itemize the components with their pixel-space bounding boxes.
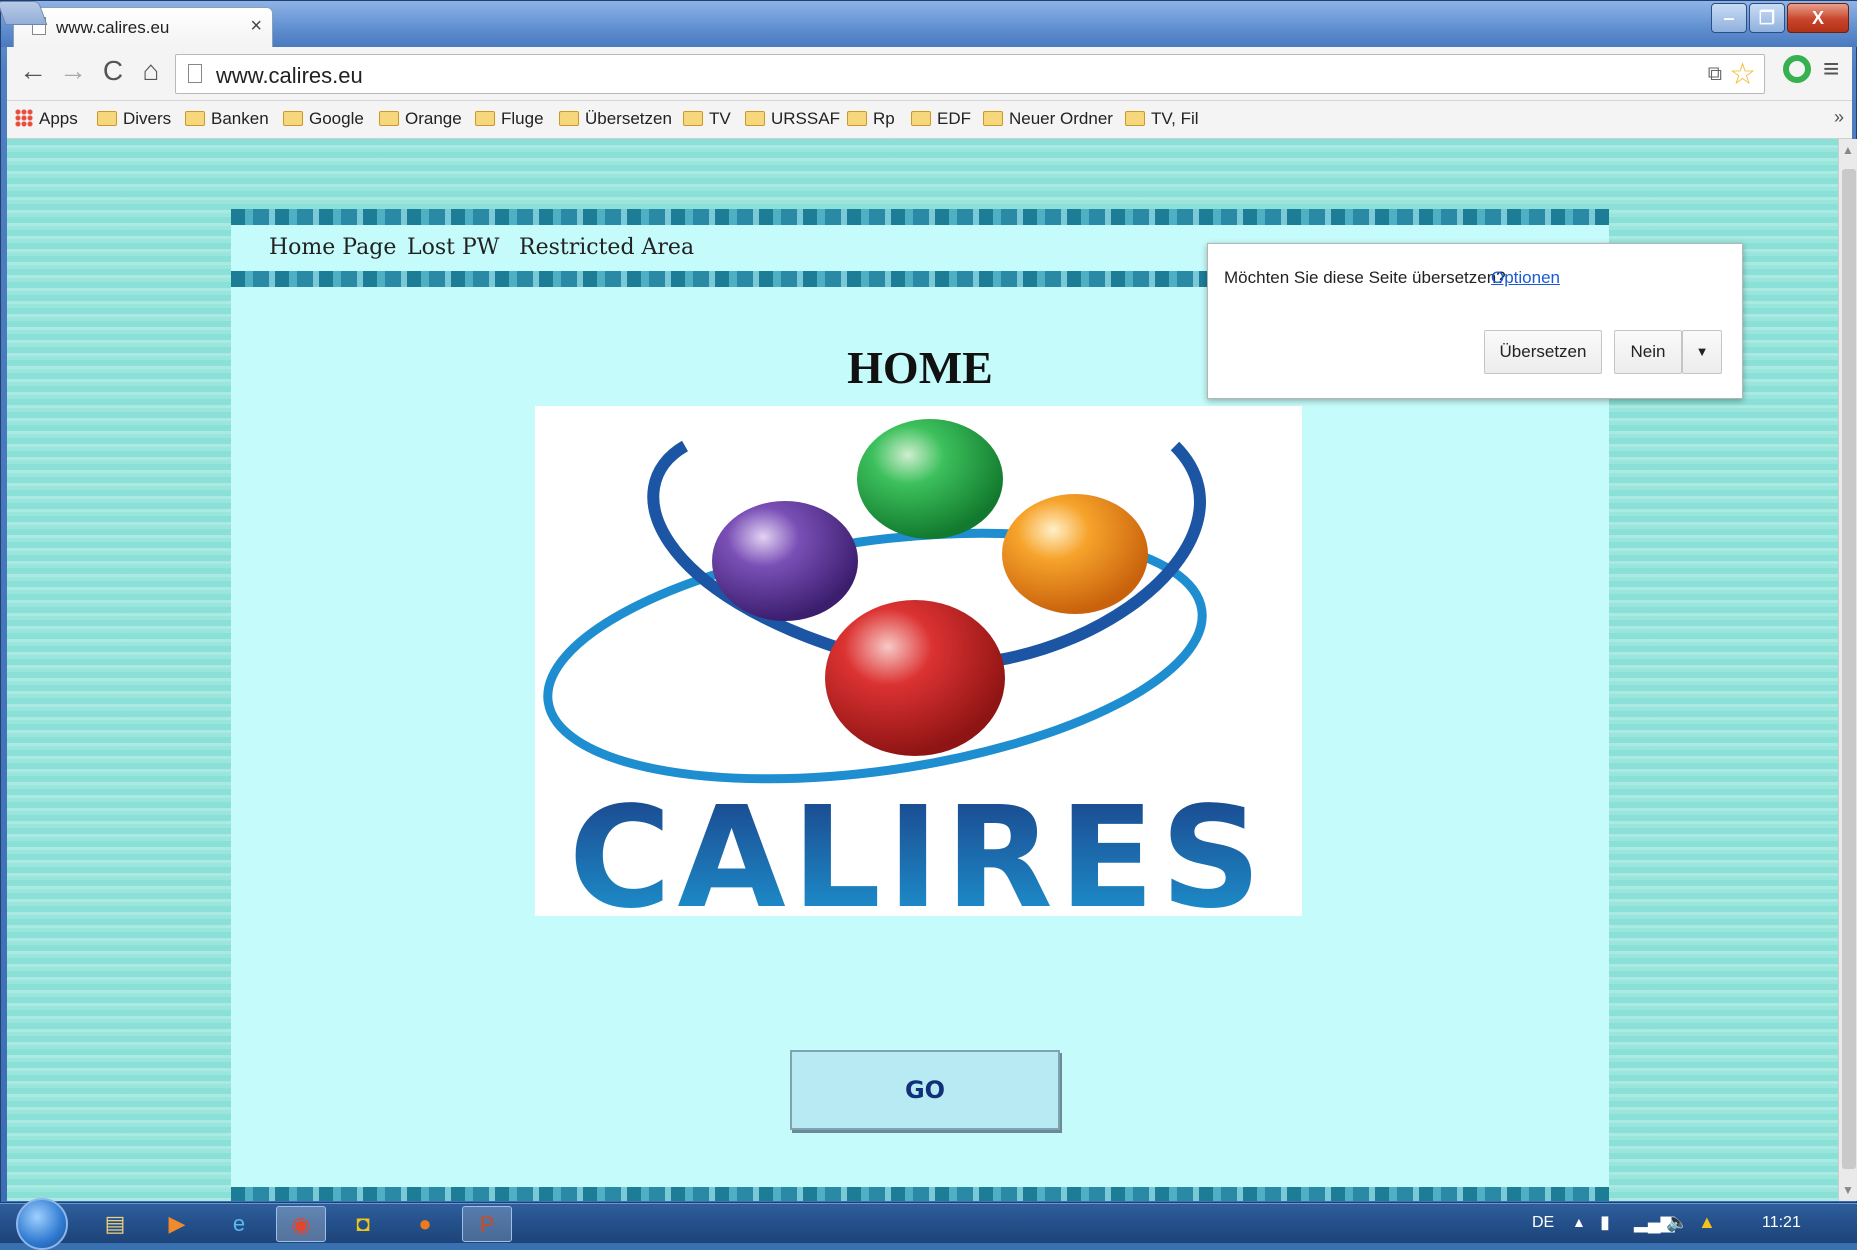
red-ball (825, 600, 1005, 756)
folder-icon (559, 111, 579, 126)
translate-icon[interactable]: ⧉ (1708, 63, 1722, 86)
bookmark-folder[interactable]: Neuer Ordner (983, 109, 1113, 133)
folder-icon (683, 111, 703, 126)
media-player-taskbar-icon[interactable]: ▶ (152, 1206, 202, 1242)
folder-icon (475, 111, 495, 126)
home-icon[interactable]: ⌂ (135, 55, 167, 87)
extension-icon[interactable] (1783, 55, 1811, 83)
drive-icon[interactable]: ▲ (1698, 1212, 1716, 1233)
tab-close-icon[interactable]: × (250, 15, 262, 38)
taskbar: ▤ ▶ e ◉ ◘ ● P DE ▲ ▮ ▂▄▆ 🔈 ▲ 11:21 (0, 1198, 1857, 1250)
purple-ball (712, 501, 858, 621)
folder-icon (97, 111, 117, 126)
tab-calires[interactable]: www.calires.eu × (13, 7, 273, 47)
clock[interactable]: 11:21 (1762, 1214, 1801, 1232)
menu-icon[interactable]: ≡ (1823, 53, 1839, 85)
logo-graphic: CALIRES (543, 419, 1268, 940)
page-viewport: Home Page Lost PW Restricted Area HOME C… (7, 139, 1838, 1201)
folder-icon (847, 111, 867, 126)
bookmarks-more-icon[interactable]: » (1834, 107, 1844, 128)
nav-lost-pw-link[interactable]: Lost PW (407, 235, 499, 260)
internet-explorer-taskbar-icon[interactable]: e (214, 1206, 264, 1242)
decorative-stripe (231, 209, 1609, 225)
language-indicator[interactable]: DE (1532, 1214, 1554, 1232)
new-tab-button[interactable] (0, 1, 48, 25)
no-translate-button[interactable]: Nein (1614, 330, 1682, 374)
scroll-up-icon[interactable]: ▲ (1842, 143, 1854, 157)
bookmark-folder[interactable]: Divers (97, 109, 171, 133)
logo-text: CALIRES (569, 777, 1268, 916)
go-button[interactable]: GO (790, 1050, 1060, 1130)
bookmark-apps[interactable]: Apps (15, 109, 78, 133)
decorative-stripe (231, 1187, 1609, 1201)
url-text[interactable]: www.calires.eu (216, 63, 363, 89)
scroll-down-icon[interactable]: ▼ (1842, 1183, 1854, 1197)
folder-icon (745, 111, 765, 126)
bookmark-folder[interactable]: Übersetzen (559, 109, 672, 133)
bookmark-star-icon[interactable]: ☆ (1729, 57, 1756, 92)
start-button[interactable] (16, 1198, 68, 1250)
close-window-button[interactable]: X (1787, 3, 1849, 33)
bookmark-folder[interactable]: Rp (847, 109, 895, 133)
nav-restricted-area-link[interactable]: Restricted Area (519, 235, 694, 260)
bookmark-folder[interactable]: Google (283, 109, 364, 133)
forward-icon[interactable]: → (57, 55, 89, 87)
chrome-taskbar-icon[interactable]: ◉ (276, 1206, 326, 1242)
green-ball (857, 419, 1003, 539)
apps-grid-icon (15, 109, 33, 127)
bookmark-folder[interactable]: Fluge (475, 109, 544, 133)
chevron-down-icon[interactable]: ▼ (1682, 330, 1722, 374)
bookmark-folder[interactable]: Banken (185, 109, 269, 133)
folder-icon (185, 111, 205, 126)
bookmark-folder[interactable]: URSSAF (745, 109, 840, 133)
bookmark-folder[interactable]: TV (683, 109, 731, 133)
calires-logo: CALIRES (535, 406, 1302, 940)
translate-button[interactable]: Übersetzen (1484, 330, 1602, 374)
browser-window: www.calires.eu × ‒ ❐ X ← → C ⌂ www.calir… (0, 0, 1857, 1203)
folder-icon (911, 111, 931, 126)
bookmarks-bar: Apps Divers Banken Google Orange Fluge Ü… (7, 101, 1852, 139)
scroll-thumb[interactable] (1842, 169, 1856, 1169)
power-icon[interactable]: ▮ (1600, 1212, 1610, 1233)
bookmark-folder[interactable]: EDF (911, 109, 971, 133)
folder-icon (379, 111, 399, 126)
reload-icon[interactable]: C (97, 55, 129, 87)
explorer-taskbar-icon[interactable]: ▤ (90, 1206, 140, 1242)
powerpoint-taskbar-icon[interactable]: P (462, 1206, 512, 1242)
translate-question: Möchten Sie diese Seite übersetzen? (1224, 268, 1506, 287)
back-icon[interactable]: ← (17, 55, 49, 87)
maximize-button[interactable]: ❐ (1749, 3, 1785, 33)
address-bar[interactable]: www.calires.eu ⧉ ☆ (175, 54, 1765, 94)
nav-home-page-link[interactable]: Home Page (269, 235, 396, 260)
translate-options-link[interactable]: Optionen (1491, 268, 1560, 288)
tab-title: www.calires.eu (56, 18, 170, 37)
translate-popup: Möchten Sie diese Seite übersetzen? Opti… (1207, 243, 1743, 399)
vertical-scrollbar[interactable]: ▲ ▼ (1838, 139, 1857, 1201)
bookmark-folder[interactable]: TV, Fil (1125, 109, 1199, 133)
folder-icon (1125, 111, 1145, 126)
outlook-taskbar-icon[interactable]: ◘ (338, 1206, 388, 1242)
orange-ball (1002, 494, 1148, 614)
bookmark-folder[interactable]: Orange (379, 109, 462, 133)
page-icon (188, 64, 202, 83)
folder-icon (983, 111, 1003, 126)
folder-icon (283, 111, 303, 126)
browser-toolbar: ← → C ⌂ www.calires.eu ⧉ ☆ ≡ (7, 47, 1852, 101)
firefox-taskbar-icon[interactable]: ● (400, 1206, 450, 1242)
volume-icon[interactable]: 🔈 (1666, 1212, 1688, 1233)
title-bar: www.calires.eu × ‒ ❐ X (0, 1, 1857, 47)
tray-expand-icon[interactable]: ▲ (1572, 1214, 1586, 1230)
minimize-button[interactable]: ‒ (1711, 3, 1747, 33)
